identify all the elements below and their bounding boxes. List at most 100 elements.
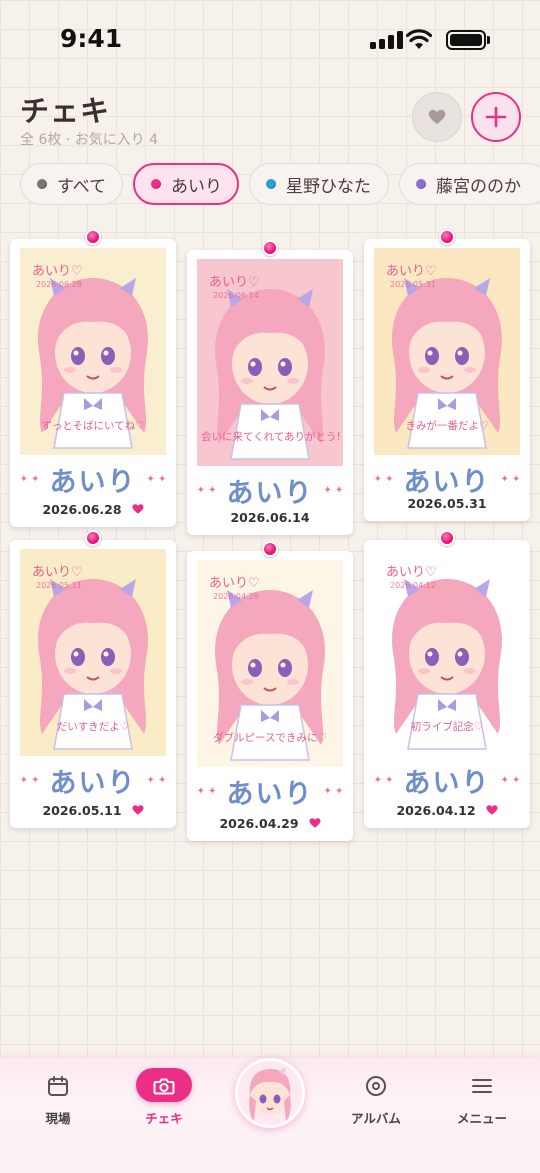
member-color-dot	[266, 179, 276, 189]
cheki-photo: あいり♡ 2026.06.28 ずっとそばにいてね♡	[20, 248, 166, 455]
card-footer: 2026.06.14	[187, 509, 353, 525]
nav-item-cheki[interactable]: チェキ	[124, 1058, 204, 1138]
filter-chip-all[interactable]: すべて	[20, 163, 123, 205]
signature-name: あいり	[49, 466, 137, 498]
signature-row: ✦ ✦ あいり ✦ ✦	[364, 461, 530, 498]
pin-icon	[439, 229, 455, 245]
signature-name: あいり	[403, 466, 491, 498]
nav-label: チェキ	[145, 1111, 183, 1126]
cheki-card[interactable]: あいり♡ 2026.04.12 初ライブ記念♡ ✦ ✦ あいり ✦ ✦ 2026.04.12	[364, 530, 530, 828]
cheki-date: 2026.06.14	[230, 509, 310, 525]
plus-icon	[485, 106, 507, 128]
filter-chip-label: あいり	[171, 176, 222, 197]
cheki-photo: あいり♡ 2026.05.31 きみが一番だよ♡	[374, 248, 520, 455]
cheki-card[interactable]: あいり♡ 2026.06.14 会いに来てくれてありがとう! ✦ ✦ あいり ✦ ✦ 202…	[187, 240, 353, 535]
favorite-heart-icon	[132, 504, 144, 514]
calendar-icon	[48, 1076, 68, 1096]
member-color-dot	[37, 179, 47, 189]
filter-chip-airi[interactable]: あいり	[133, 163, 239, 205]
photo-message: きみが一番だよ♡	[405, 420, 489, 432]
card-footer: 2026.04.12	[364, 802, 530, 818]
sparkle-icon: ✦ ✦	[500, 473, 521, 485]
signature-row: ✦ ✦ あいり ✦ ✦	[10, 461, 176, 498]
member-color-dot	[416, 179, 426, 189]
sparkle-icon: ✦ ✦	[323, 484, 344, 496]
photo-title: あいり♡	[209, 275, 260, 290]
pin-icon	[262, 541, 278, 557]
sparkle-icon: ✦ ✦	[373, 473, 394, 485]
photo-message: ダブルピースできみに♡	[213, 732, 327, 744]
photo-title: あいり♡	[386, 264, 437, 279]
cheki-photo: あいり♡ 2026.05.11 だいすきだよ♡	[20, 549, 166, 756]
sparkle-icon: ✦ ✦	[196, 785, 217, 797]
sparkle-icon: ✦ ✦	[323, 785, 344, 797]
card-footer: 2026.05.31	[364, 495, 530, 511]
signature-row: ✦ ✦ あいり ✦ ✦	[187, 773, 353, 810]
photo-message: 会いに来てくれてありがとう!	[201, 431, 341, 443]
photo-title: あいり♡	[32, 565, 83, 580]
filter-chip-label: 星野ひなた	[286, 176, 371, 197]
cheki-date: 2026.04.12	[396, 802, 476, 818]
photo-message: 初ライブ記念♡	[410, 721, 484, 733]
cheki-card[interactable]: あいり♡ 2026.05.31 きみが一番だよ♡ ✦ ✦ あいり ✦ ✦ 2026.05.3…	[364, 229, 530, 521]
filter-chip-label: すべて	[57, 176, 107, 197]
card-footer: 2026.06.28	[10, 501, 176, 517]
photo-date: 2026.06.14	[213, 291, 259, 300]
favorite-heart-icon	[132, 805, 144, 815]
page-title: チェキ	[20, 94, 111, 128]
bottom-nav: 現場 チェキ アルバム メニュー	[0, 1058, 540, 1173]
signature-row: ✦ ✦ あいり ✦ ✦	[10, 762, 176, 799]
photo-date: 2026.06.28	[36, 280, 82, 289]
heart-icon	[428, 109, 446, 125]
nav-item-menu[interactable]: メニュー	[442, 1058, 522, 1138]
photo-date: 2026.05.11	[36, 581, 82, 590]
pin-icon	[262, 240, 278, 256]
filter-chip-fujimiya-nonoka[interactable]: 藤宮ののか	[399, 163, 540, 205]
nav-label: メニュー	[456, 1111, 507, 1126]
signature-name: あいり	[403, 767, 491, 799]
status-time: 9:41	[60, 24, 123, 53]
pin-icon	[439, 530, 455, 546]
cheki-card[interactable]: あいり♡ 2026.04.29 ダブルピースできみに♡ ✦ ✦ あいり ✦ ✦ 2026.0…	[187, 541, 353, 841]
member-filter-bar: すべて あいり 星野ひなた 藤宮ののか	[20, 163, 540, 205]
sparkle-icon: ✦ ✦	[146, 473, 167, 485]
card-footer: 2026.04.29	[187, 815, 353, 831]
signature-row: ✦ ✦ あいり ✦ ✦	[364, 762, 530, 799]
avatar	[238, 1061, 302, 1125]
sparkle-icon: ✦ ✦	[19, 473, 40, 485]
member-color-dot	[151, 179, 161, 189]
nav-item-genba[interactable]: 現場	[18, 1058, 98, 1138]
photo-date: 2026.04.29	[213, 592, 259, 601]
sparkle-icon: ✦ ✦	[146, 774, 167, 786]
favorite-heart-icon	[486, 805, 498, 815]
cheki-photo: あいり♡ 2026.04.12 初ライブ記念♡	[374, 549, 520, 756]
favorite-heart-icon	[309, 818, 321, 828]
photo-title: あいり♡	[32, 264, 83, 279]
disc-icon	[366, 1076, 386, 1096]
wifi-icon	[406, 29, 432, 49]
member-avatar-button[interactable]	[235, 1058, 305, 1128]
sparkle-icon: ✦ ✦	[196, 484, 217, 496]
signature-row: ✦ ✦ あいり ✦ ✦	[187, 472, 353, 509]
favorite-filter-button[interactable]	[412, 92, 462, 142]
cheki-date: 2026.06.28	[42, 501, 122, 517]
cheki-card[interactable]: あいり♡ 2026.06.28 ずっとそばにいてね♡ ✦ ✦ あいり ✦ ✦ 2026.06…	[10, 229, 176, 527]
pin-icon	[85, 229, 101, 245]
filter-chip-hoshino-hinata[interactable]: 星野ひなた	[249, 163, 389, 205]
photo-message: ずっとそばにいてね♡	[41, 420, 145, 432]
add-cheki-button[interactable]	[471, 92, 521, 142]
nav-item-album[interactable]: アルバム	[336, 1058, 416, 1138]
pin-icon	[85, 530, 101, 546]
card-footer: 2026.05.11	[10, 802, 176, 818]
cheki-date: 2026.05.11	[42, 802, 122, 818]
photo-date: 2026.05.31	[390, 280, 436, 289]
signature-name: あいり	[49, 767, 137, 799]
photo-date: 2026.04.12	[390, 581, 436, 590]
cheki-date: 2026.04.29	[219, 815, 299, 831]
sparkle-icon: ✦ ✦	[19, 774, 40, 786]
camera-icon	[153, 1078, 175, 1095]
cheki-date: 2026.05.31	[407, 495, 487, 511]
cheki-card[interactable]: あいり♡ 2026.05.11 だいすきだよ♡ ✦ ✦ あいり ✦ ✦ 2026.05.11	[10, 530, 176, 828]
filter-chip-label: 藤宮ののか	[436, 176, 521, 197]
nav-label: 現場	[45, 1111, 71, 1126]
